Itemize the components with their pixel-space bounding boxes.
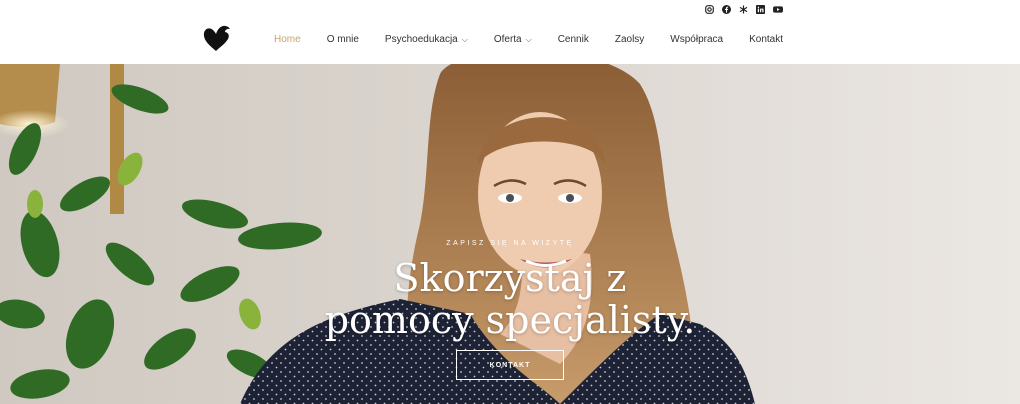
nav-item-psychoedukacja[interactable]: Psychoedukacja ⌵ [385, 34, 468, 45]
hero-eyebrow: ZAPISZ SIĘ NA WIZYTĘ [446, 240, 574, 247]
site-header: Home O mnie Psychoedukacja ⌵ Oferta ⌵ Cenn… [0, 0, 1020, 64]
hero-headline: Skorzystaj z pomocy specjalisty. [0, 257, 1020, 341]
main-nav: Home O mnie Psychoedukacja ⌵ Oferta ⌵ Cenn… [274, 34, 809, 45]
snowflake-icon[interactable] [738, 4, 749, 15]
nav-item-cennik[interactable]: Cennik [558, 34, 589, 45]
kontakt-button[interactable]: KONTAKT [456, 350, 564, 380]
hero-banner: ZAPISZ SIĘ NA WIZYTĘ Skorzystaj z pomocy… [0, 64, 1020, 404]
youtube-icon[interactable] [772, 4, 783, 15]
nav-item-kontakt[interactable]: Kontakt [749, 34, 783, 45]
logo[interactable] [202, 24, 232, 52]
nav-item-home[interactable]: Home [274, 34, 301, 45]
nav-item-o-mnie[interactable]: O mnie [327, 34, 359, 45]
linkedin-icon[interactable] [755, 4, 766, 15]
social-links [704, 4, 783, 15]
facebook-icon[interactable] [721, 4, 732, 15]
hero-headline-line1: Skorzystaj z [393, 256, 627, 300]
nav-item-oferta[interactable]: Oferta ⌵ [494, 34, 532, 45]
nav-item-zaolsy[interactable]: Zaolsy [615, 34, 644, 45]
nav-item-wspolpraca[interactable]: Współpraca [670, 34, 723, 45]
instagram-icon[interactable] [704, 4, 715, 15]
chevron-down-icon: ⌵ [461, 34, 468, 44]
hero-headline-line2: pomocy specjalisty. [324, 298, 696, 342]
chevron-down-icon: ⌵ [525, 34, 532, 44]
